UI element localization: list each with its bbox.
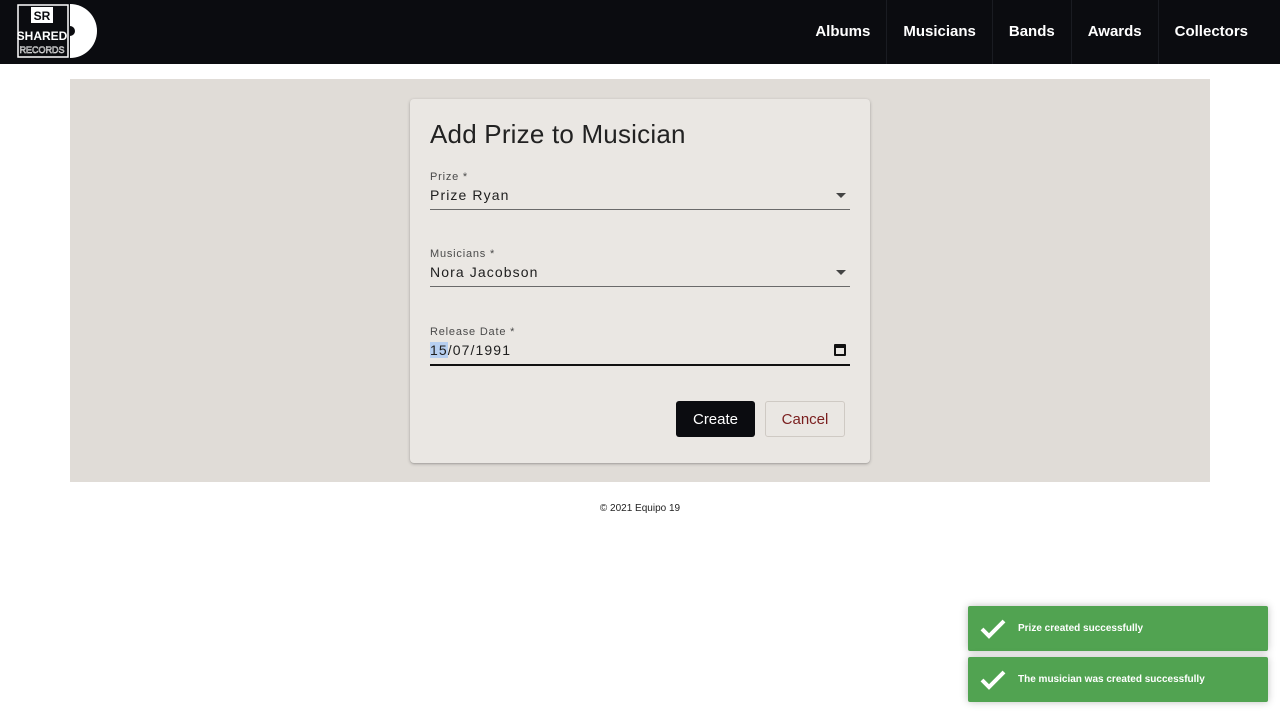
release-date-rest[interactable]: /07/1991 bbox=[448, 342, 511, 358]
prize-underline bbox=[430, 209, 850, 210]
check-icon bbox=[980, 619, 1006, 639]
release-date-underline bbox=[430, 364, 850, 366]
main-nav: Albums Musicians Bands Awards Collectors bbox=[799, 0, 1264, 64]
svg-text:RECORDS: RECORDS bbox=[19, 45, 64, 55]
nav-albums[interactable]: Albums bbox=[799, 0, 886, 64]
footer-copyright: © 2021 Equipo 19 bbox=[599, 503, 681, 514]
prize-value: Prize Ryan bbox=[430, 187, 510, 203]
musician-label: Musicians * bbox=[430, 248, 496, 260]
toast-success[interactable]: The musician was created successfully bbox=[968, 657, 1268, 702]
form-title: Add Prize to Musician bbox=[430, 119, 686, 149]
chevron-down-icon[interactable] bbox=[836, 270, 846, 275]
toast-success[interactable]: Prize created successfully bbox=[968, 606, 1268, 651]
nav-musicians[interactable]: Musicians bbox=[886, 0, 992, 64]
toast-message: Prize created successfully bbox=[1018, 623, 1144, 634]
check-icon bbox=[980, 670, 1006, 690]
shared-records-logo[interactable]: SR SHARED RECORDS bbox=[16, 3, 100, 59]
chevron-down-icon[interactable] bbox=[836, 193, 846, 198]
svg-text:SHARED: SHARED bbox=[17, 29, 68, 43]
musician-value: Nora Jacobson bbox=[430, 264, 539, 280]
release-date-day-segment[interactable]: 15 bbox=[430, 342, 448, 358]
svg-text:SR: SR bbox=[34, 9, 51, 23]
release-date-label: Release Date * bbox=[430, 326, 516, 338]
prize-select[interactable]: Prize * Prize Ryan bbox=[430, 171, 850, 210]
nav-awards[interactable]: Awards bbox=[1070, 0, 1158, 64]
top-navbar: SR SHARED RECORDS Albums Musicians Bands… bbox=[0, 0, 1280, 64]
toast-message: The musician was created successfully bbox=[1018, 674, 1205, 685]
musician-select[interactable]: Musicians * Nora Jacobson bbox=[430, 248, 850, 287]
cancel-button[interactable]: Cancel bbox=[765, 401, 845, 437]
nav-bands[interactable]: Bands bbox=[991, 0, 1071, 64]
prize-label: Prize * bbox=[430, 171, 468, 183]
release-date-input[interactable]: Release Date * 15/07/1991 bbox=[430, 326, 850, 366]
calendar-icon[interactable] bbox=[834, 344, 846, 356]
add-prize-form-card: Add Prize to Musician Prize * Prize Ryan… bbox=[410, 99, 870, 463]
create-button[interactable]: Create bbox=[676, 401, 755, 437]
nav-collectors[interactable]: Collectors bbox=[1157, 0, 1264, 64]
musician-underline bbox=[430, 286, 850, 287]
